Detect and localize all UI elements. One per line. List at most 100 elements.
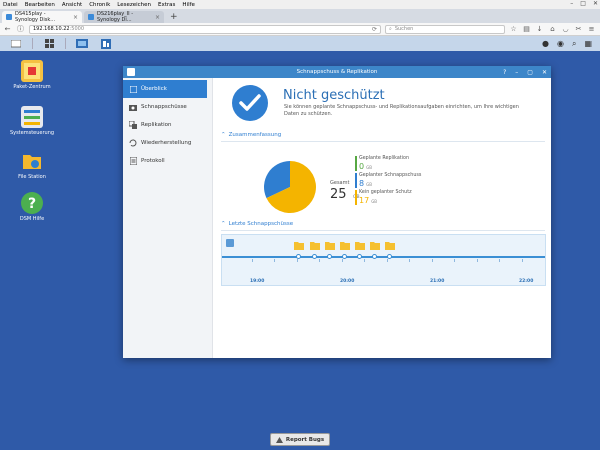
snapshot-app-icon bbox=[101, 38, 111, 49]
menu-extras[interactable]: Extras bbox=[158, 2, 175, 8]
chat-icon[interactable]: ● bbox=[542, 39, 549, 49]
browser-tab-1[interactable]: DS415play - Synology Disk... × bbox=[2, 11, 82, 23]
tab-close-icon[interactable]: × bbox=[73, 14, 78, 21]
timeline-point[interactable] bbox=[372, 254, 377, 259]
timeline-label: 19:00 bbox=[250, 279, 265, 284]
summary-section-header[interactable]: ⌃ Zusammenfassung bbox=[221, 132, 545, 142]
report-bugs-label: Report Bugs bbox=[285, 436, 325, 443]
legend-unit: GB bbox=[366, 165, 372, 170]
browser-menubar: Datei Bearbeiten Ansicht Chronik Lesezei… bbox=[0, 0, 600, 9]
timeline-tick bbox=[364, 259, 365, 262]
timeline-tick bbox=[432, 259, 433, 262]
browser-tabstrip: DS415play - Synology Disk... × DS216play… bbox=[0, 9, 600, 23]
maximize-icon[interactable]: ▢ bbox=[527, 69, 533, 76]
widgets-icon[interactable]: ▦ bbox=[584, 39, 592, 49]
dsm-tray: ● ◉ ⌕ ▦ bbox=[542, 39, 592, 49]
status-title: Nicht geschützt bbox=[283, 88, 385, 103]
overview-icon bbox=[129, 85, 137, 93]
menu-bearbeiten[interactable]: Bearbeiten bbox=[25, 2, 55, 8]
snapshot-taskbar-button[interactable] bbox=[98, 38, 114, 50]
info-icon[interactable]: ⓘ bbox=[16, 24, 25, 34]
restore-icon bbox=[129, 139, 137, 147]
download-icon[interactable]: ↓ bbox=[535, 25, 544, 33]
sidebar-item-wiederherstellung[interactable]: Wiederherstellung bbox=[123, 134, 212, 152]
new-tab-icon[interactable]: + bbox=[170, 12, 178, 22]
tab-close-icon[interactable]: × bbox=[155, 14, 160, 21]
user-icon[interactable]: ◉ bbox=[557, 39, 564, 49]
report-bugs-button[interactable]: Report Bugs bbox=[270, 433, 330, 446]
bookmark-star-icon[interactable]: ☆ bbox=[509, 25, 518, 33]
synology-favicon-icon bbox=[88, 14, 94, 20]
sidebar-item-ueberblick[interactable]: Überblick bbox=[123, 80, 207, 98]
minimize-icon[interactable]: – bbox=[570, 0, 573, 7]
menu-ansicht[interactable]: Ansicht bbox=[62, 2, 82, 8]
sidebar-item-schnappschuesse[interactable]: Schnappschüsse bbox=[123, 98, 212, 116]
search-input[interactable]: ⌕ Suchen bbox=[385, 24, 505, 34]
calendar-icon[interactable] bbox=[226, 239, 234, 247]
screenshot-icon[interactable]: ✂ bbox=[574, 25, 583, 33]
help-icon[interactable]: ? bbox=[503, 69, 506, 76]
url-port: :5000 bbox=[69, 26, 85, 32]
window-titlebar[interactable]: Schnappschuss & Replikation ? – ▢ ✕ bbox=[123, 66, 551, 78]
back-icon[interactable]: ← bbox=[3, 25, 12, 33]
taskbar-app-button[interactable] bbox=[74, 38, 90, 50]
desktop-icon-label: DSM Hilfe bbox=[19, 216, 45, 222]
total-value: 25 bbox=[330, 187, 347, 202]
desktop-icon-label: File Station bbox=[18, 174, 46, 180]
snapshot-folder-icon[interactable] bbox=[370, 241, 380, 250]
close-icon[interactable]: ✕ bbox=[542, 69, 547, 76]
snapshot-folder-icon[interactable] bbox=[385, 241, 395, 250]
reload-icon[interactable]: ⟳ bbox=[372, 26, 377, 33]
snapshot-folder-icon[interactable] bbox=[355, 241, 365, 250]
timeline-tick bbox=[409, 259, 410, 262]
menu-chronik[interactable]: Chronik bbox=[89, 2, 110, 8]
legend-label: Geplante Replikation bbox=[359, 156, 409, 161]
legend-color-bar bbox=[355, 173, 357, 188]
search-icon[interactable]: ⌕ bbox=[572, 39, 576, 49]
package-center-icon bbox=[21, 60, 43, 82]
hamburger-menu-icon[interactable]: ≡ bbox=[587, 25, 596, 33]
main-menu-button[interactable] bbox=[41, 38, 57, 50]
show-desktop-button[interactable] bbox=[8, 38, 24, 50]
desktop-icon-paket-zentrum[interactable]: Paket-Zentrum bbox=[7, 60, 57, 90]
sidebar: Überblick Schnappschüsse Replikation Wie… bbox=[123, 78, 213, 358]
control-panel-icon bbox=[21, 106, 43, 128]
sidebar-item-label: Replikation bbox=[141, 122, 172, 128]
minimize-icon[interactable]: – bbox=[515, 69, 518, 76]
desktop-icon-file-station[interactable]: File Station bbox=[7, 150, 57, 180]
pocket-icon[interactable]: ◡ bbox=[561, 25, 570, 33]
synology-favicon-icon bbox=[6, 14, 12, 20]
svg-text:?: ? bbox=[28, 196, 36, 212]
menu-hilfe[interactable]: Hilfe bbox=[182, 2, 195, 8]
divider bbox=[65, 38, 66, 49]
snapshot-folder-icon[interactable] bbox=[310, 241, 320, 250]
bug-icon bbox=[275, 436, 283, 443]
snapshot-folder-icon[interactable] bbox=[294, 241, 304, 250]
legend-color-bar bbox=[355, 190, 357, 205]
menu-lesezeichen[interactable]: Lesezeichen bbox=[117, 2, 151, 8]
maximize-icon[interactable]: □ bbox=[580, 0, 586, 7]
sidebar-item-protokoll[interactable]: Protokoll bbox=[123, 152, 212, 170]
close-icon[interactable]: ✕ bbox=[593, 0, 598, 7]
home-icon[interactable]: ⌂ bbox=[548, 25, 557, 33]
browser-tab-2[interactable]: DS216play_II - Synology Di... × bbox=[84, 11, 164, 23]
recent-snapshots-section-header[interactable]: ⌃ Letzte Schnappschüsse bbox=[221, 221, 545, 231]
legend-label: Kein geplanter Schutz bbox=[359, 190, 412, 195]
total-label: Gesamt bbox=[330, 180, 350, 186]
bookmarks-list-icon[interactable]: ▤ bbox=[522, 25, 531, 33]
sidebar-item-replikation[interactable]: Replikation bbox=[123, 116, 212, 134]
timeline-tick bbox=[274, 259, 275, 262]
snapshot-timeline[interactable]: 19:00 20:00 21:00 22:00 bbox=[221, 234, 546, 286]
timeline-point[interactable] bbox=[357, 254, 362, 259]
url-bar[interactable]: 192.168.10.22 :5000 ⟳ bbox=[29, 24, 381, 34]
timeline-label: 22:00 bbox=[519, 279, 534, 284]
desktop-icon-label: Systemsteuerung bbox=[9, 130, 55, 136]
timeline-point[interactable] bbox=[327, 254, 332, 259]
menu-datei[interactable]: Datei bbox=[3, 2, 18, 8]
snapshot-folder-icon[interactable] bbox=[325, 241, 335, 250]
desktop-icon-dsm-hilfe[interactable]: ? DSM Hilfe bbox=[7, 192, 57, 222]
timeline-point[interactable] bbox=[312, 254, 317, 259]
desktop-icon-systemsteuerung[interactable]: Systemsteuerung bbox=[7, 106, 57, 136]
timeline-tick bbox=[454, 259, 455, 262]
snapshot-folder-icon[interactable] bbox=[340, 241, 350, 250]
